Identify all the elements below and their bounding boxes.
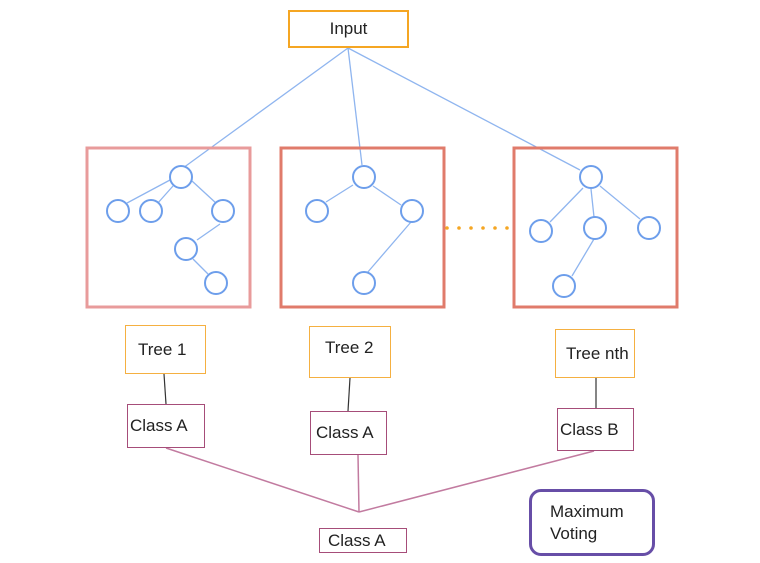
tree-1-prediction-box: Class A — [127, 404, 205, 448]
tree-node — [583, 216, 607, 240]
tree-2-prediction: Class A — [316, 423, 374, 442]
tree-1-label-box: Tree 1 — [125, 325, 206, 374]
input-edges — [182, 47, 581, 171]
tree-node — [211, 199, 235, 223]
tree-node — [169, 165, 193, 189]
ellipsis-dots — [445, 226, 509, 230]
tree-2-graph — [305, 165, 424, 295]
tree-1-graph — [106, 165, 235, 295]
maximum-voting-line2: Voting — [550, 523, 598, 543]
tree-n-label-box: Tree nth — [555, 329, 635, 378]
tree-2-label: Tree 2 — [325, 338, 374, 357]
final-prediction-box: Class A — [319, 528, 407, 553]
tree-node — [552, 274, 576, 298]
tree-n-prediction: Class B — [560, 419, 619, 439]
final-prediction: Class A — [328, 530, 386, 550]
tree-node — [174, 237, 198, 261]
tree-node — [352, 271, 376, 295]
tree-2-prediction-box: Class A — [310, 411, 387, 455]
tree-node — [106, 199, 130, 223]
edge-input-treen — [347, 47, 581, 171]
tree-node — [579, 165, 603, 189]
tree-1-prediction: Class A — [130, 416, 188, 435]
tree-node — [400, 199, 424, 223]
maximum-voting-box: Maximum Voting — [529, 489, 655, 556]
tree-node — [637, 216, 661, 240]
tree-n-prediction-box: Class B — [557, 408, 634, 451]
input-label: Input — [329, 19, 368, 38]
tree-2-label-box: Tree 2 — [309, 326, 391, 378]
input-box: Input — [288, 10, 409, 48]
edge-input-tree1 — [182, 47, 349, 169]
tree-node — [352, 165, 376, 189]
tree-node — [204, 271, 228, 295]
tree-n-label: Tree nth — [566, 343, 629, 363]
tree-class-connectors — [163, 373, 597, 412]
tree-node — [305, 199, 329, 223]
tree-node — [139, 199, 163, 223]
diagram-canvas — [85, 47, 679, 513]
tree-1-label: Tree 1 — [138, 339, 187, 359]
maximum-voting-line1: Maximum — [550, 501, 624, 521]
tree-node — [529, 219, 553, 243]
tree-n-graph — [529, 165, 661, 298]
